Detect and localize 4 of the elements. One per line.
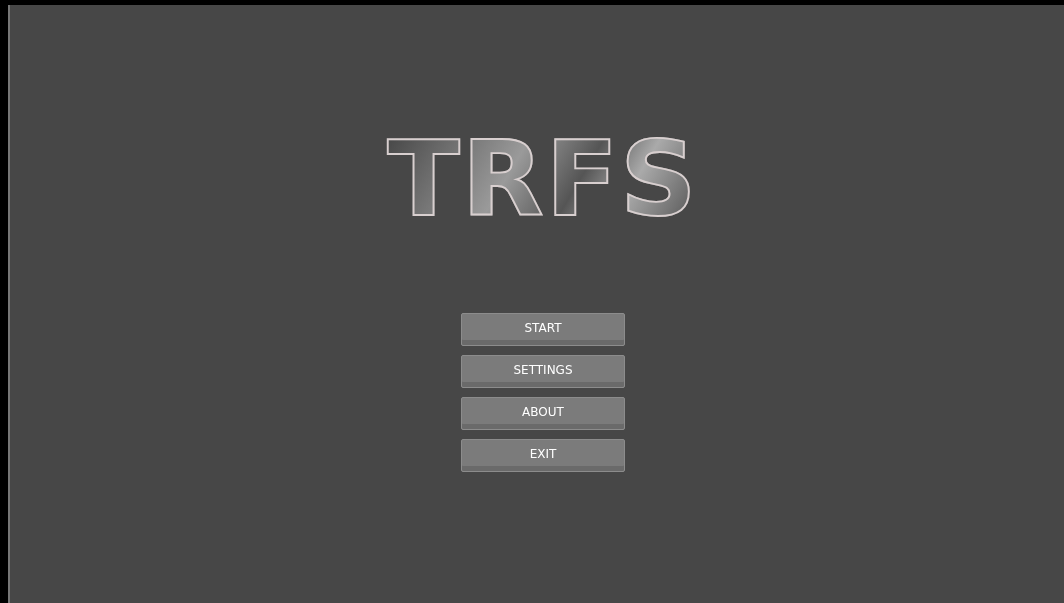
menu-button[interactable]: EXIT	[461, 439, 625, 472]
menu-button[interactable]: START	[461, 313, 625, 346]
menu-button[interactable]: ABOUT	[461, 397, 625, 430]
menu-button[interactable]: SETTINGS	[461, 355, 625, 388]
